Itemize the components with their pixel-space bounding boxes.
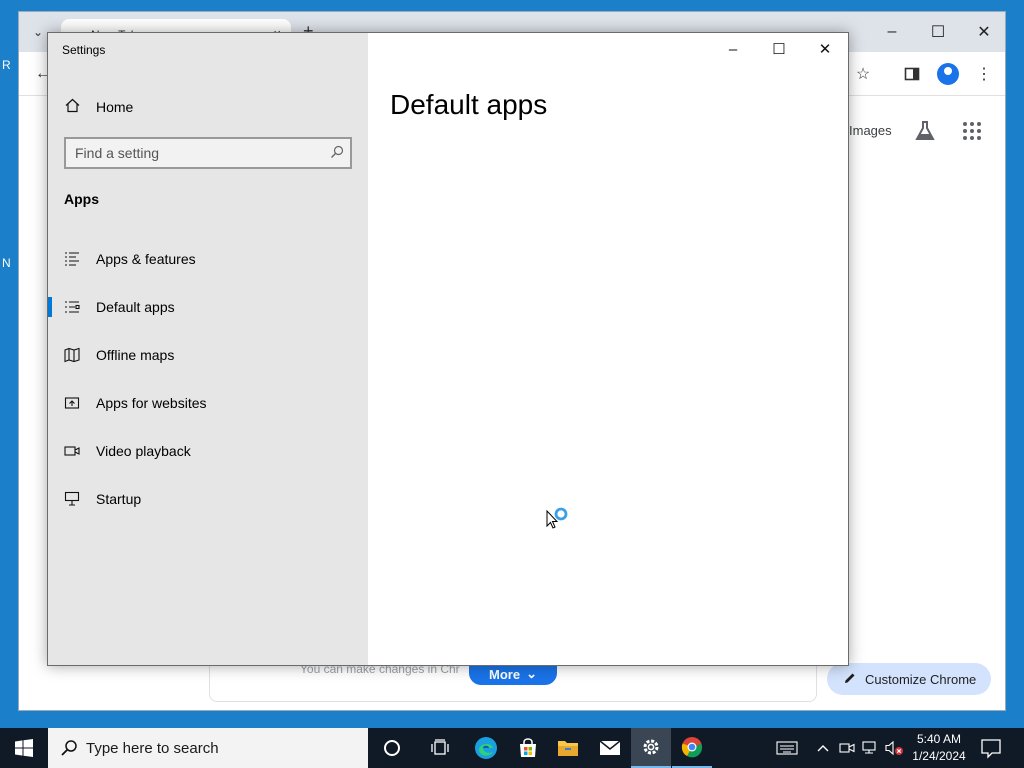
chrome-maximize-button[interactable]: ☐	[915, 18, 961, 46]
settings-maximize-button[interactable]: ☐	[756, 33, 802, 65]
chevron-down-icon: ⌄	[526, 666, 537, 681]
sidebar-item-label: Apps for websites	[96, 395, 207, 411]
mail-icon[interactable]	[590, 728, 630, 768]
taskbar-search-box[interactable]	[48, 728, 368, 768]
settings-sidebar: Settings Home Apps Apps & features Defa	[48, 33, 368, 665]
sidebar-item-label: Startup	[96, 491, 142, 507]
bookmark-star-icon[interactable]: ☆	[851, 62, 875, 86]
sidebar-item-video-playback[interactable]: Video playback	[48, 431, 368, 471]
sidebar-item-label: Offline maps	[96, 347, 175, 363]
notification-center-icon[interactable]	[980, 737, 1002, 759]
chrome-icon[interactable]	[672, 728, 712, 768]
default-apps-icon	[64, 299, 80, 315]
profile-avatar[interactable]	[937, 63, 959, 85]
side-panel-icon[interactable]	[900, 62, 924, 86]
more-button[interactable]: More ⌄	[469, 663, 557, 685]
sidebar-item-offline-maps[interactable]: Offline maps	[48, 335, 368, 375]
settings-minimize-button[interactable]: –	[710, 33, 756, 65]
tab-search-chevron-icon[interactable]: ⌄	[29, 22, 47, 42]
system-clock[interactable]: 5:40 AM 1/24/2024	[908, 731, 970, 765]
clock-date: 1/24/2024	[912, 749, 966, 763]
sidebar-item-startup[interactable]: Startup	[48, 479, 368, 519]
desktop-icon-label[interactable]: N	[2, 256, 16, 272]
map-icon	[64, 347, 80, 363]
images-link[interactable]: Images	[849, 123, 892, 138]
taskbar: 5:40 AM 1/24/2024	[0, 728, 1024, 768]
window-title: Settings	[62, 43, 106, 57]
edge-icon[interactable]	[466, 728, 506, 768]
sidebar-item-apps-features[interactable]: Apps & features	[48, 239, 368, 279]
startup-icon	[64, 491, 80, 507]
labs-flask-icon[interactable]	[914, 120, 936, 142]
busy-cursor-icon	[545, 507, 573, 535]
more-button-label: More	[489, 666, 521, 682]
start-button[interactable]	[0, 728, 48, 768]
find-setting-input[interactable]	[66, 139, 326, 167]
sidebar-item-apps-for-websites[interactable]: Apps for websites	[48, 383, 368, 423]
network-icon[interactable]	[860, 738, 880, 758]
chevron-up-icon[interactable]	[813, 738, 833, 758]
home-icon	[65, 98, 81, 117]
volume-muted-icon[interactable]	[884, 738, 904, 758]
home-label: Home	[96, 99, 134, 115]
file-explorer-icon[interactable]	[548, 728, 588, 768]
section-heading: Apps	[64, 191, 99, 207]
input-keyboard-icon[interactable]	[776, 738, 798, 758]
clock-time: 5:40 AM	[916, 732, 962, 746]
google-apps-icon[interactable]	[963, 122, 981, 140]
sidebar-item-label: Video playback	[96, 443, 191, 459]
video-icon	[64, 443, 80, 459]
sidebar-item-label: Default apps	[96, 299, 175, 315]
task-view-icon[interactable]	[420, 728, 460, 768]
settings-icon[interactable]	[631, 728, 671, 768]
windows-logo-icon	[15, 739, 33, 757]
search-icon[interactable]	[330, 145, 344, 159]
home-nav-item[interactable]: Home	[48, 89, 368, 125]
search-icon	[60, 739, 78, 757]
customize-chrome-button[interactable]: Customize Chrome	[827, 663, 991, 695]
settings-close-button[interactable]: ✕	[802, 33, 848, 65]
apps-features-icon	[64, 251, 80, 267]
customize-chrome-label: Customize Chrome	[865, 671, 977, 687]
store-icon[interactable]	[508, 728, 548, 768]
open-web-icon	[64, 395, 80, 411]
meet-now-icon[interactable]	[837, 738, 857, 758]
page-title: Default apps	[390, 89, 548, 120]
cortana-icon[interactable]	[372, 728, 412, 768]
settings-window: Settings Home Apps Apps & features Defa	[47, 32, 849, 666]
chrome-close-button[interactable]: ✕	[961, 18, 1007, 46]
chrome-minimize-button[interactable]: –	[869, 18, 915, 46]
desktop-icon-label[interactable]: R	[2, 58, 16, 74]
sidebar-item-label: Apps & features	[96, 251, 196, 267]
find-setting-box[interactable]	[64, 137, 352, 169]
sidebar-item-default-apps[interactable]: Default apps	[48, 287, 368, 327]
taskbar-search-input[interactable]	[86, 739, 366, 757]
pencil-icon	[843, 671, 857, 688]
chrome-menu-icon[interactable]: ⋮	[972, 62, 996, 86]
